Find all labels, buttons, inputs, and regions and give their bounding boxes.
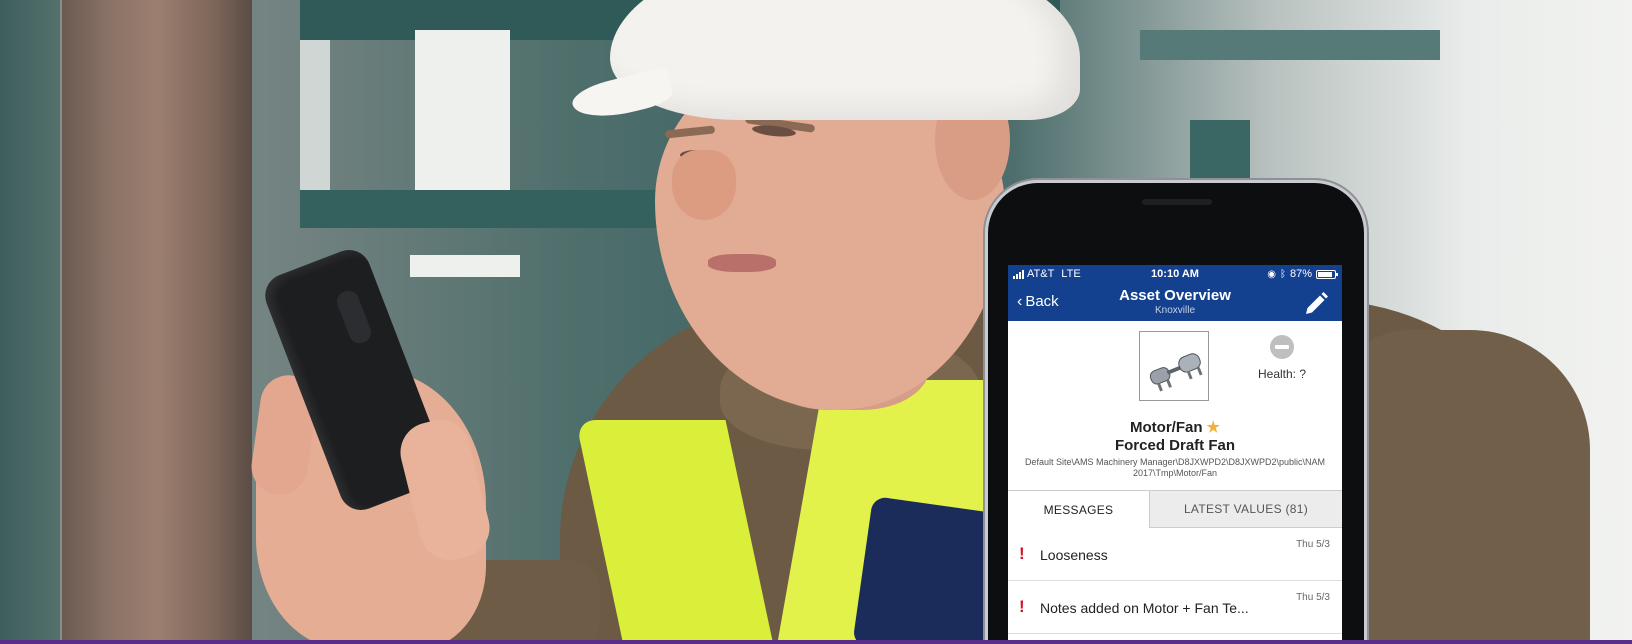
- tab-bar: MESSAGES LATEST VALUES (81): [1008, 490, 1342, 528]
- phone-speaker: [1142, 199, 1212, 205]
- star-icon[interactable]: ★: [1207, 419, 1220, 436]
- steel-beam: [1140, 30, 1440, 60]
- alert-icon: !: [1019, 544, 1025, 563]
- pencil-icon[interactable]: [1302, 290, 1330, 318]
- battery-icon: [1316, 269, 1338, 279]
- asset-header: Health: ?: [1008, 321, 1342, 419]
- worker-jacket-sleeve: [1330, 330, 1590, 644]
- list-item[interactable]: ! Looseness Thu 5/3: [1008, 528, 1342, 581]
- asset-type: Motor/Fan ★: [1008, 419, 1342, 437]
- list-item[interactable]: ! Notes added on Motor + Fan Te... Thu 5…: [1008, 581, 1342, 634]
- background-photo: [0, 0, 1632, 644]
- page-subtitle: Knoxville: [1154, 305, 1196, 316]
- rotation-lock-icon: ◉: [1267, 268, 1276, 280]
- health-status-icon: [1270, 335, 1294, 359]
- alert-icon: !: [1019, 597, 1025, 616]
- hard-hat: [610, 0, 1080, 120]
- phone-screen: AT&T LTE 10:10 AM ◉ ᛒ 87% ‹ Back Asset O…: [1008, 265, 1342, 644]
- message-date: Thu 5/3: [1296, 539, 1330, 550]
- motor-fan-image: [1139, 331, 1209, 401]
- tab-latest-values[interactable]: LATEST VALUES (81): [1149, 491, 1342, 528]
- page-title: Asset Overview: [1119, 287, 1231, 304]
- message-text: Notes added on Motor + Fan Te...: [1040, 600, 1249, 616]
- sky-patch: [415, 30, 510, 195]
- message-date: Thu 5/3: [1296, 592, 1330, 603]
- sky-patch: [410, 255, 520, 277]
- health-label: Health: ?: [1257, 367, 1307, 381]
- rusted-pillar: [62, 0, 252, 644]
- bluetooth-icon: ᛒ: [1279, 268, 1286, 280]
- asset-type-label: Motor/Fan: [1130, 419, 1203, 436]
- tab-messages[interactable]: MESSAGES: [1008, 491, 1149, 528]
- asset-name: Forced Draft Fan: [1114, 437, 1235, 454]
- steel-column: [0, 0, 60, 644]
- message-text: Looseness: [1040, 547, 1108, 563]
- status-bar: AT&T LTE 10:10 AM ◉ ᛒ 87%: [1008, 265, 1342, 284]
- nose: [672, 150, 736, 220]
- bottom-rule: [0, 640, 1632, 644]
- battery-percent: 87%: [1289, 268, 1312, 280]
- sky-patch: [300, 40, 330, 190]
- status-right: ◉ ᛒ 87%: [1267, 268, 1338, 280]
- asset-path: Default Site\AMS Machinery Manager\D8JXW…: [1024, 457, 1326, 478]
- health-indicator[interactable]: Health: ?: [1252, 335, 1312, 381]
- nav-bar: ‹ Back Asset Overview Knoxville: [1008, 284, 1342, 321]
- mouth: [708, 254, 776, 272]
